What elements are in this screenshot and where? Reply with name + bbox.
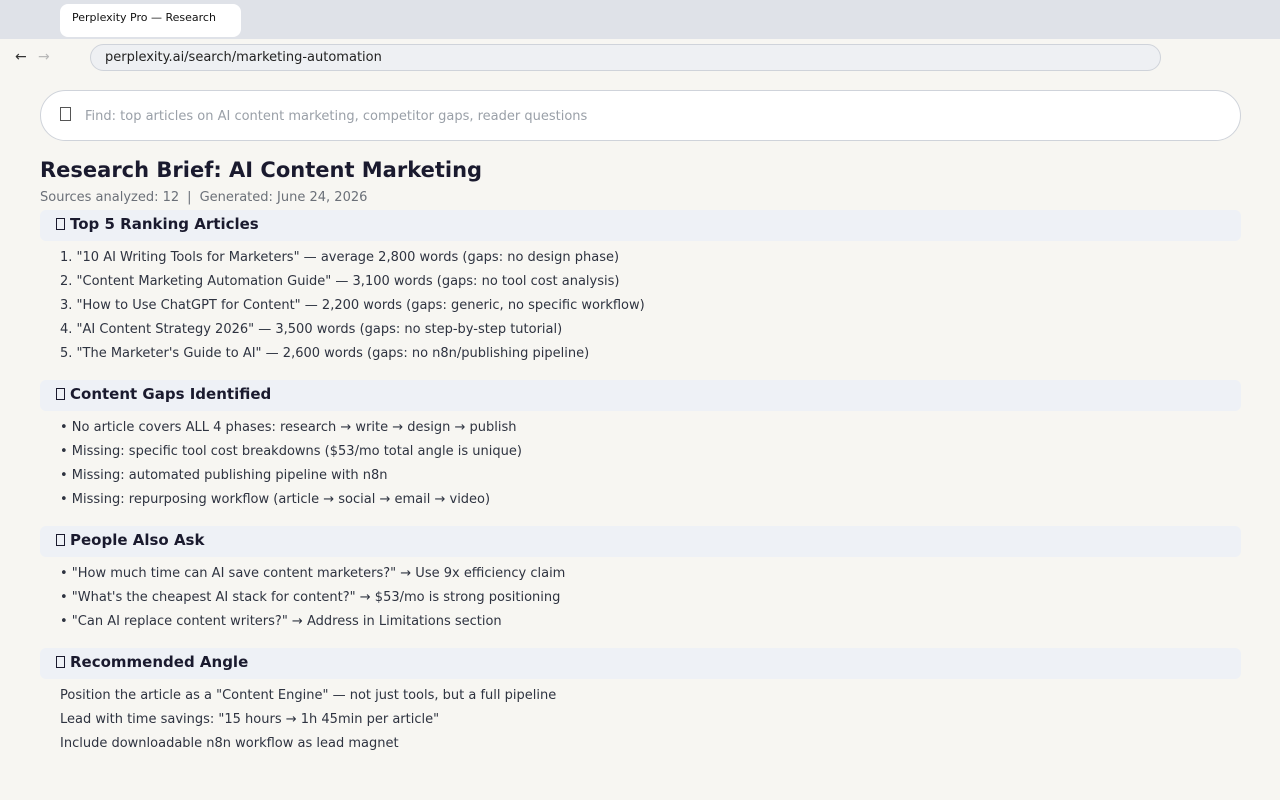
search-icon <box>60 107 71 121</box>
people-also-ask-list: • "How much time can AI save content mar… <box>60 562 565 634</box>
brief-meta: Sources analyzed: 12 | Generated: June 24,… <box>40 190 367 205</box>
section-heading-content-gaps: Content Gaps Identified <box>40 380 1241 411</box>
section-heading-label: Content Gaps Identified <box>70 385 272 403</box>
section-heading-label: Recommended Angle <box>70 653 249 671</box>
list-item: • "What's the cheapest AI stack for cont… <box>60 590 561 605</box>
generated-date: Generated: June 24, 2026 <box>199 190 368 205</box>
section-heading-recommended-angle: Recommended Angle <box>40 648 1241 679</box>
sources-count: Sources analyzed: 12 <box>40 190 180 205</box>
list-item: Include downloadable n8n workflow as lea… <box>60 736 399 751</box>
list-item: 2. "Content Marketing Automation Guide" … <box>60 274 620 289</box>
browser-tab[interactable]: Perplexity Pro — Research <box>60 4 241 37</box>
page-title: Research Brief: AI Content Marketing <box>40 158 483 182</box>
section-heading-people-also-ask: People Also Ask <box>40 526 1241 557</box>
section-heading-label: People Also Ask <box>70 531 205 549</box>
section-icon <box>56 218 65 230</box>
navigation-bar: ← → perplexity.ai/search/marketing-autom… <box>0 39 1280 77</box>
list-item: • "Can AI replace content writers?" → Ad… <box>60 614 502 629</box>
list-item: 1. "10 AI Writing Tools for Marketers" —… <box>60 250 620 265</box>
recommended-angle-list: Position the article as a "Content Engin… <box>60 684 556 756</box>
section-icon <box>56 388 65 400</box>
list-item: • Missing: automated publishing pipeline… <box>60 468 388 483</box>
section-icon <box>56 656 65 668</box>
top-articles-list: 1. "10 AI Writing Tools for Marketers" —… <box>60 246 645 366</box>
address-bar[interactable]: perplexity.ai/search/marketing-automatio… <box>90 44 1161 71</box>
section-heading-label: Top 5 Ranking Articles <box>70 215 259 233</box>
back-button[interactable]: ← <box>15 48 27 66</box>
list-item: 3. "How to Use ChatGPT for Content" — 2,… <box>60 298 645 313</box>
list-item: • "How much time can AI save content mar… <box>60 566 566 581</box>
list-item: Position the article as a "Content Engin… <box>60 688 557 703</box>
list-item: • No article covers ALL 4 phases: resear… <box>60 420 517 435</box>
list-item: Lead with time savings: "15 hours → 1h 4… <box>60 712 440 727</box>
section-heading-top-articles: Top 5 Ranking Articles <box>40 210 1241 241</box>
section-icon <box>56 534 65 546</box>
list-item: • Missing: specific tool cost breakdowns… <box>60 444 522 459</box>
search-box[interactable] <box>40 90 1241 141</box>
content-gaps-list: • No article covers ALL 4 phases: resear… <box>60 416 522 512</box>
search-input[interactable] <box>85 103 1225 129</box>
list-item: • Missing: repurposing workflow (article… <box>60 492 491 507</box>
meta-separator: | <box>187 190 192 205</box>
list-item: 4. "AI Content Strategy 2026" — 3,500 wo… <box>60 322 563 337</box>
forward-button[interactable]: → <box>38 48 50 66</box>
tab-bar: Perplexity Pro — Research <box>0 0 1280 39</box>
list-item: 5. "The Marketer's Guide to AI" — 2,600 … <box>60 346 590 361</box>
